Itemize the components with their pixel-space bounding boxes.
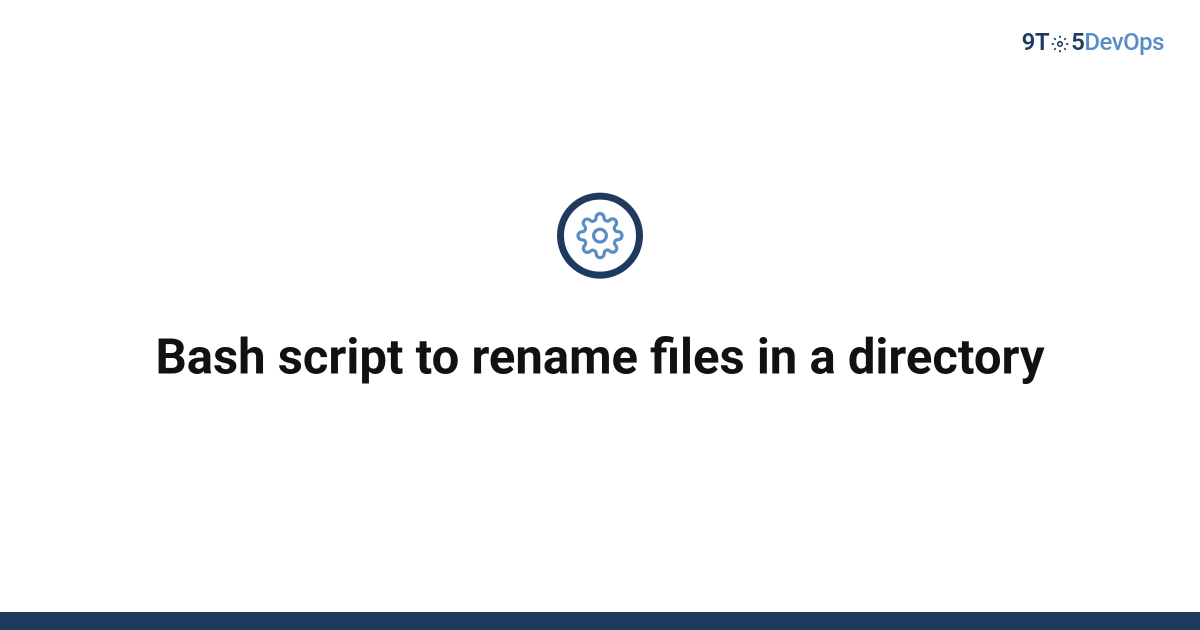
- brand-part-1: 9T: [1022, 28, 1049, 56]
- page-title: Bash script to rename files in a directo…: [155, 327, 1044, 390]
- brand-part-2: 5: [1071, 28, 1084, 56]
- main-content: Bash script to rename files in a directo…: [0, 193, 1200, 390]
- brand-part-3: DevOps: [1084, 28, 1164, 56]
- gear-circle-icon: [557, 193, 643, 279]
- brand-logo: 9T 5DevOps: [1022, 28, 1164, 56]
- bottom-accent-bar: [0, 612, 1200, 630]
- gear-icon: [1050, 34, 1070, 54]
